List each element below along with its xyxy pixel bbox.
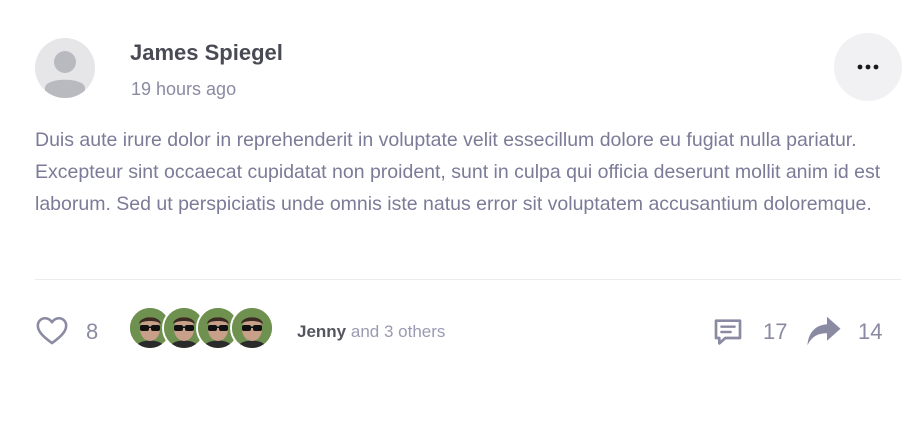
heart-icon: [36, 316, 68, 345]
comment-count: 17: [763, 319, 788, 344]
liker-photo-icon: [232, 308, 272, 348]
user-silhouette-icon: [45, 51, 85, 98]
like-button[interactable]: [35, 314, 69, 348]
divider: [35, 279, 901, 280]
liker-avatar[interactable]: [230, 306, 274, 350]
like-count: 8: [86, 319, 99, 344]
others-text: and 3 others: [350, 322, 446, 341]
comment-icon: [714, 319, 742, 345]
liked-by-text[interactable]: Jenny and 3 others: [297, 322, 445, 342]
comment-button[interactable]: [712, 316, 744, 348]
liker-avatars[interactable]: [128, 306, 278, 350]
share-icon: [807, 316, 841, 346]
post-timestamp: 19 hours ago: [131, 79, 237, 99]
author-name[interactable]: James Spiegel: [130, 40, 283, 66]
first-liker-name[interactable]: Jenny: [297, 322, 346, 341]
share-button[interactable]: [806, 314, 842, 348]
share-count: 14: [858, 319, 883, 344]
post-card: James Spiegel 19 hours ago Duis aute iru…: [0, 0, 914, 448]
more-options-button[interactable]: [834, 33, 902, 101]
post-body: Duis aute irure dolor in reprehenderit i…: [35, 129, 881, 215]
more-horizontal-icon: [857, 64, 879, 70]
author-avatar[interactable]: [35, 38, 95, 98]
